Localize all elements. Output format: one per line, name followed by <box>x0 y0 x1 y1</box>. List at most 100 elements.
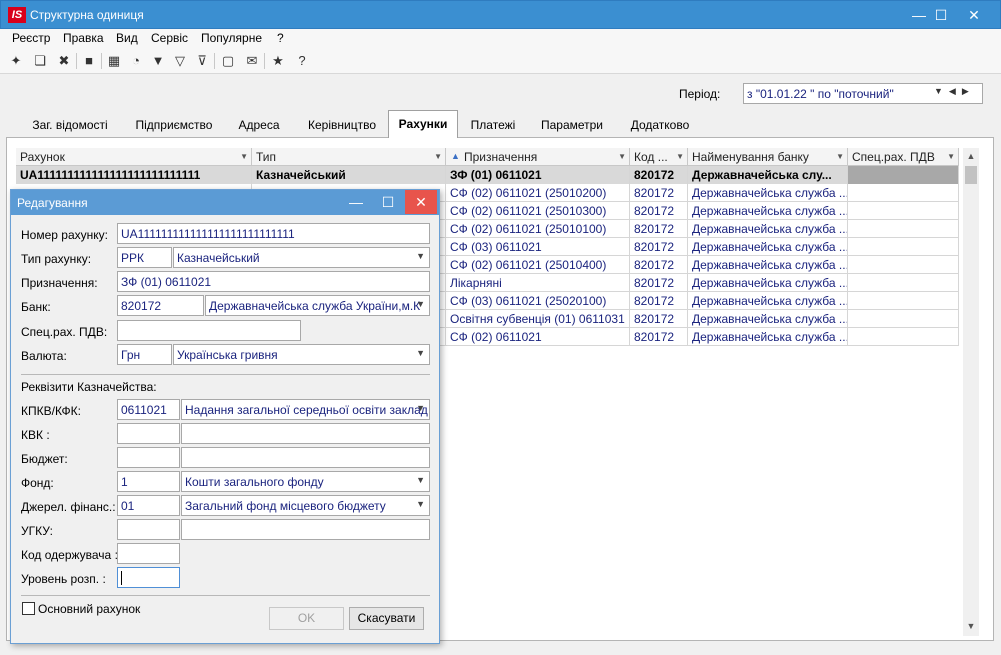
bank-select[interactable]: Державначейська служба України,м.К ▼ <box>205 295 430 316</box>
window-titlebar: IS Структурна одиниця — ☐ ✕ <box>0 0 1001 29</box>
account-number-field[interactable]: UA111111111111111111111111111 <box>117 223 430 244</box>
treasury-section-title: Реквізити Казначейства: <box>21 380 157 394</box>
cancel-button[interactable]: Скасувати <box>349 607 424 630</box>
dialog-minimize-button[interactable]: — <box>341 190 371 214</box>
cell-vat <box>848 184 959 202</box>
menu-popular[interactable]: Популярне <box>201 31 262 45</box>
delete-doc-icon[interactable]: ✖ <box>54 51 74 71</box>
bank-code-field[interactable]: 820172 <box>117 295 204 316</box>
cell-vat <box>848 274 959 292</box>
column-header-type[interactable]: Тип ▼ <box>252 148 446 166</box>
kvk-name-field[interactable] <box>181 423 430 444</box>
cell-code: 820172 <box>630 238 688 256</box>
account-type-select[interactable]: Казначейський ▼ <box>173 247 430 268</box>
chevron-down-icon: ▼ <box>416 475 425 485</box>
budget-label: Бюджет: <box>21 452 68 466</box>
kpkv-label: КПКВ/КФК: <box>21 404 81 418</box>
column-header-account[interactable]: Рахунок ▼ <box>16 148 252 166</box>
scroll-thumb[interactable] <box>965 166 977 184</box>
main-account-checkbox[interactable] <box>22 602 35 615</box>
column-header-vat[interactable]: Спец.рах. ПДВ ▼ <box>848 148 959 166</box>
cell-bank: Державначейська служба ... <box>688 310 848 328</box>
cell-bank: Державначейська слу... <box>688 166 848 184</box>
fund-select[interactable]: Кошти загального фонду ▼ <box>181 471 430 492</box>
recipient-code-field[interactable] <box>117 543 180 564</box>
cell-code: 820172 <box>630 328 688 346</box>
budget-name-field[interactable] <box>181 447 430 468</box>
cell-code: 820172 <box>630 184 688 202</box>
dialog-maximize-button[interactable]: ☐ <box>373 190 403 214</box>
ugku-label: УГКУ: <box>21 524 53 538</box>
scroll-up-icon[interactable]: ▲ <box>963 148 979 164</box>
window-title: Структурна одиниця <box>30 8 144 22</box>
new-doc-icon[interactable]: ✦ <box>6 51 26 71</box>
column-header-purpose[interactable]: ▲ Призначення ▼ <box>446 148 630 166</box>
filter-arrow-icon: ▼ <box>618 152 626 161</box>
cell-vat <box>848 256 959 274</box>
filter-plus-icon[interactable]: ▽ <box>170 51 190 71</box>
tab-enterprise[interactable]: Підприємство <box>126 113 222 137</box>
dialog-titlebar: Редагування — ☐ ✕ <box>11 190 439 215</box>
account-type-code-field[interactable]: РРК <box>117 247 172 268</box>
cell-code: 820172 <box>630 166 688 184</box>
level-label: Уровень розп. : <box>21 572 106 586</box>
menu-service[interactable]: Сервіс <box>151 31 188 45</box>
dialog-close-button[interactable]: ✕ <box>405 190 437 214</box>
tab-address[interactable]: Адреса <box>222 113 296 137</box>
tab-accounts[interactable]: Рахунки <box>388 110 458 138</box>
cell-code: 820172 <box>630 310 688 328</box>
cell-bank: Державначейська служба ... <box>688 238 848 256</box>
toolbar-separator <box>264 53 265 69</box>
tab-additional[interactable]: Додатково <box>616 113 704 137</box>
tab-general[interactable]: Заг. відомості <box>14 113 126 137</box>
kpkv-code-field[interactable]: 0611021 <box>117 399 180 420</box>
fin-source-code-field[interactable]: 01 <box>117 495 180 516</box>
kpkv-select[interactable]: Надання загальної середньої освіти закла… <box>181 399 430 420</box>
table-row-selected[interactable]: UA111111111111111111111111111 Казначейсь… <box>16 166 959 184</box>
vat-account-label: Спец.рах. ПДВ: <box>21 325 108 339</box>
cell-vat <box>848 292 959 310</box>
cell-vat <box>848 202 959 220</box>
menu-view[interactable]: Вид <box>116 31 138 45</box>
scroll-down-icon[interactable]: ▼ <box>963 618 979 634</box>
tab-payments[interactable]: Платежі <box>458 113 528 137</box>
period-nav[interactable]: ▼◀▶ <box>934 86 975 97</box>
cell-purpose: Лікарняні <box>446 274 630 292</box>
vat-account-field[interactable] <box>117 320 301 341</box>
ok-button[interactable]: OK <box>269 607 344 630</box>
table-icon[interactable]: ▦ <box>104 51 124 71</box>
menu-edit[interactable]: Правка <box>63 31 104 45</box>
mail-icon[interactable]: ✉ <box>242 51 262 71</box>
currency-code-field[interactable]: Грн <box>117 344 172 365</box>
star-icon[interactable]: ★ <box>268 51 288 71</box>
tab-parameters[interactable]: Параметри <box>528 113 616 137</box>
chevron-down-icon: ▼ <box>416 348 425 358</box>
close-button[interactable]: ✕ <box>951 1 997 29</box>
fin-source-select[interactable]: Загальний фонд місцевого бюджету ▼ <box>181 495 430 516</box>
kvk-code-field[interactable] <box>117 423 180 444</box>
column-header-bank[interactable]: Найменування банку ▼ <box>688 148 848 166</box>
fund-code-field[interactable]: 1 <box>117 471 180 492</box>
help-icon[interactable]: ? <box>292 51 312 71</box>
ugku-name-field[interactable] <box>181 519 430 540</box>
document-icon[interactable]: ▢ <box>218 51 238 71</box>
stop-icon[interactable]: ■ <box>79 51 99 71</box>
currency-select[interactable]: Українська гривня ▼ <box>173 344 430 365</box>
level-field[interactable] <box>117 567 180 588</box>
menu-registry[interactable]: Реєстр <box>12 31 50 45</box>
vertical-scrollbar[interactable]: ▲ ▼ <box>963 148 979 636</box>
tab-strip: Заг. відомості Підприємство Адреса Керів… <box>6 110 996 138</box>
kvk-label: КВК : <box>21 428 50 442</box>
tab-management[interactable]: Керівництво <box>296 113 388 137</box>
refresh-icon[interactable]: ◔ <box>126 51 146 71</box>
filter-clear-icon[interactable]: ⊽ <box>192 51 212 71</box>
grid-header: Рахунок ▼ Тип ▼ ▲ Призначення ▼ Код ... ▼ Най… <box>16 148 959 166</box>
purpose-field[interactable]: ЗФ (01) 0611021 <box>117 271 430 292</box>
menu-help[interactable]: ? <box>277 31 284 45</box>
ugku-code-field[interactable] <box>117 519 180 540</box>
filter-icon[interactable]: ▼ <box>148 51 168 71</box>
budget-code-field[interactable] <box>117 447 180 468</box>
new-copy-icon[interactable]: ❏ <box>30 51 50 71</box>
main-account-label: Основний рахунок <box>38 602 141 616</box>
column-header-code[interactable]: Код ... ▼ <box>630 148 688 166</box>
